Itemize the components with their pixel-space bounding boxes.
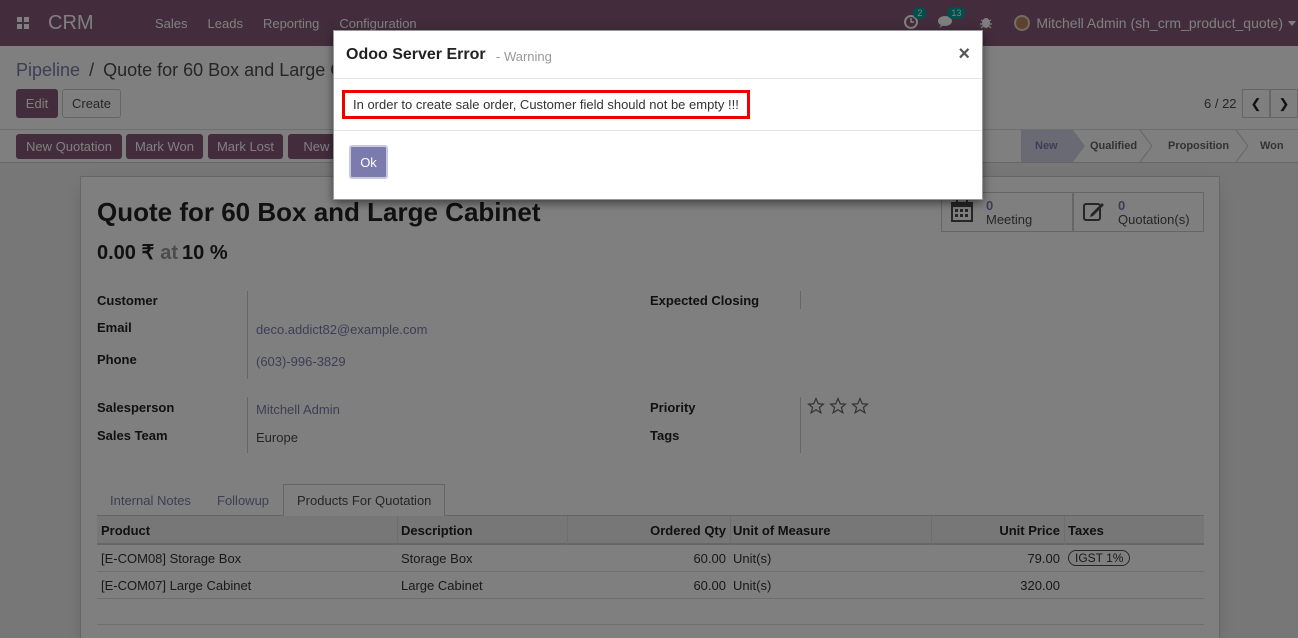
error-dialog: Odoo Server Error - Warning × In order t… xyxy=(333,30,983,200)
dialog-header: Odoo Server Error - Warning × xyxy=(334,31,982,79)
close-icon[interactable]: × xyxy=(958,43,970,66)
dialog-title: Odoo Server Error xyxy=(346,46,486,63)
dialog-subtitle: - Warning xyxy=(496,49,552,64)
dialog-body: In order to create sale order, Customer … xyxy=(334,79,982,131)
error-message: In order to create sale order, Customer … xyxy=(342,90,750,119)
ok-button[interactable]: Ok xyxy=(349,145,388,179)
